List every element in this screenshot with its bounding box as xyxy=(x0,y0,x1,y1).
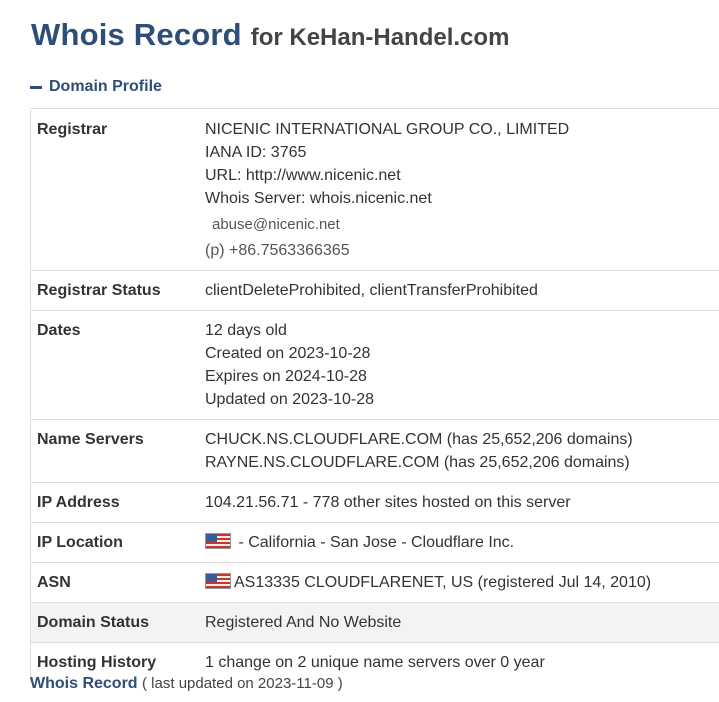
last-updated-text: ( last updated on 2023-11-09 ) xyxy=(142,675,343,692)
row-value: AS13335 CLOUDFLARENET, US (registered Ju… xyxy=(199,562,719,603)
table-row-ip-location: IP Location - California - San Jose - Cl… xyxy=(30,522,719,563)
section-divider xyxy=(30,108,719,109)
table-row-asn: ASN AS13335 CLOUDFLARENET, US (registere… xyxy=(30,562,719,603)
row-label: ASN xyxy=(30,562,199,603)
row-value: 104.21.56.71 - 778 other sites hosted on… xyxy=(199,482,719,523)
table-row-ip-address: IP Address 104.21.56.71 - 778 other site… xyxy=(30,482,719,523)
page-title-domain: for KeHan-Handel.com xyxy=(250,24,510,51)
table-row-name-servers: Name Servers CHUCK.NS.CLOUDFLARE.COM (ha… xyxy=(30,419,719,483)
section-label: Domain Profile xyxy=(49,78,162,95)
whois-record-link[interactable]: Whois Record xyxy=(30,675,138,692)
whois-server: Whois Server: whois.nicenic.net xyxy=(205,190,432,207)
table-row-registrar: Registrar NICENIC INTERNATIONAL GROUP CO… xyxy=(30,110,719,271)
row-label: Registrar xyxy=(30,110,199,271)
whois-record-footer: Whois Record ( last updated on 2023-11-0… xyxy=(30,675,343,693)
expires-date: Expires on 2024-10-28 xyxy=(205,368,367,385)
table-row-dates: Dates 12 days old Created on 2023-10-28 … xyxy=(30,310,719,420)
row-label: IP Address xyxy=(30,482,199,523)
row-label: Dates xyxy=(30,310,199,420)
page-title: Whois Record for KeHan-Handel.com xyxy=(31,16,509,53)
abuse-email: abuse@nicenic.net xyxy=(212,216,340,233)
domain-age: 12 days old xyxy=(205,322,287,339)
row-value: CHUCK.NS.CLOUDFLARE.COM (has 25,652,206 … xyxy=(199,419,719,483)
row-label: Registrar Status xyxy=(30,270,199,311)
phone-label: (p) xyxy=(205,242,225,259)
row-label: Name Servers xyxy=(30,419,199,483)
registrar-name: NICENIC INTERNATIONAL GROUP CO., LIMITED xyxy=(205,121,570,138)
registrar-url: URL: http://www.nicenic.net xyxy=(205,167,401,184)
iana-id: IANA ID: 3765 xyxy=(205,144,307,161)
page-title-main: Whois Record xyxy=(31,17,242,52)
collapse-minus-icon xyxy=(30,85,42,89)
row-label: IP Location xyxy=(30,522,199,563)
row-value: NICENIC INTERNATIONAL GROUP CO., LIMITED… xyxy=(199,110,719,271)
created-date: Created on 2023-10-28 xyxy=(205,345,371,362)
table-row-domain-status: Domain Status Registered And No Website xyxy=(30,602,719,643)
domain-profile-table: Registrar NICENIC INTERNATIONAL GROUP CO… xyxy=(30,110,719,682)
name-server-1: CHUCK.NS.CLOUDFLARE.COM (has 25,652,206 … xyxy=(205,431,633,448)
us-flag-icon xyxy=(205,533,231,549)
asn-text: AS13335 CLOUDFLARENET, US (registered Ju… xyxy=(234,574,652,591)
us-flag-icon xyxy=(205,573,231,589)
updated-date: Updated on 2023-10-28 xyxy=(205,391,375,408)
row-value: 12 days old Created on 2023-10-28 Expire… xyxy=(199,310,719,420)
name-server-2: RAYNE.NS.CLOUDFLARE.COM (has 25,652,206 … xyxy=(205,454,630,471)
ip-location-text: - California - San Jose - Cloudflare Inc… xyxy=(238,534,515,551)
domain-profile-toggle[interactable]: Domain Profile xyxy=(30,78,162,96)
row-value: Registered And No Website xyxy=(199,602,719,643)
phone-line: (p) +86.7563366365 xyxy=(205,239,713,262)
row-value: - California - San Jose - Cloudflare Inc… xyxy=(199,522,719,563)
table-row-registrar-status: Registrar Status clientDeleteProhibited,… xyxy=(30,270,719,311)
row-label: Domain Status xyxy=(30,602,199,643)
phone-number: +86.7563366365 xyxy=(229,242,350,259)
row-value: clientDeleteProhibited, clientTransferPr… xyxy=(199,270,719,311)
